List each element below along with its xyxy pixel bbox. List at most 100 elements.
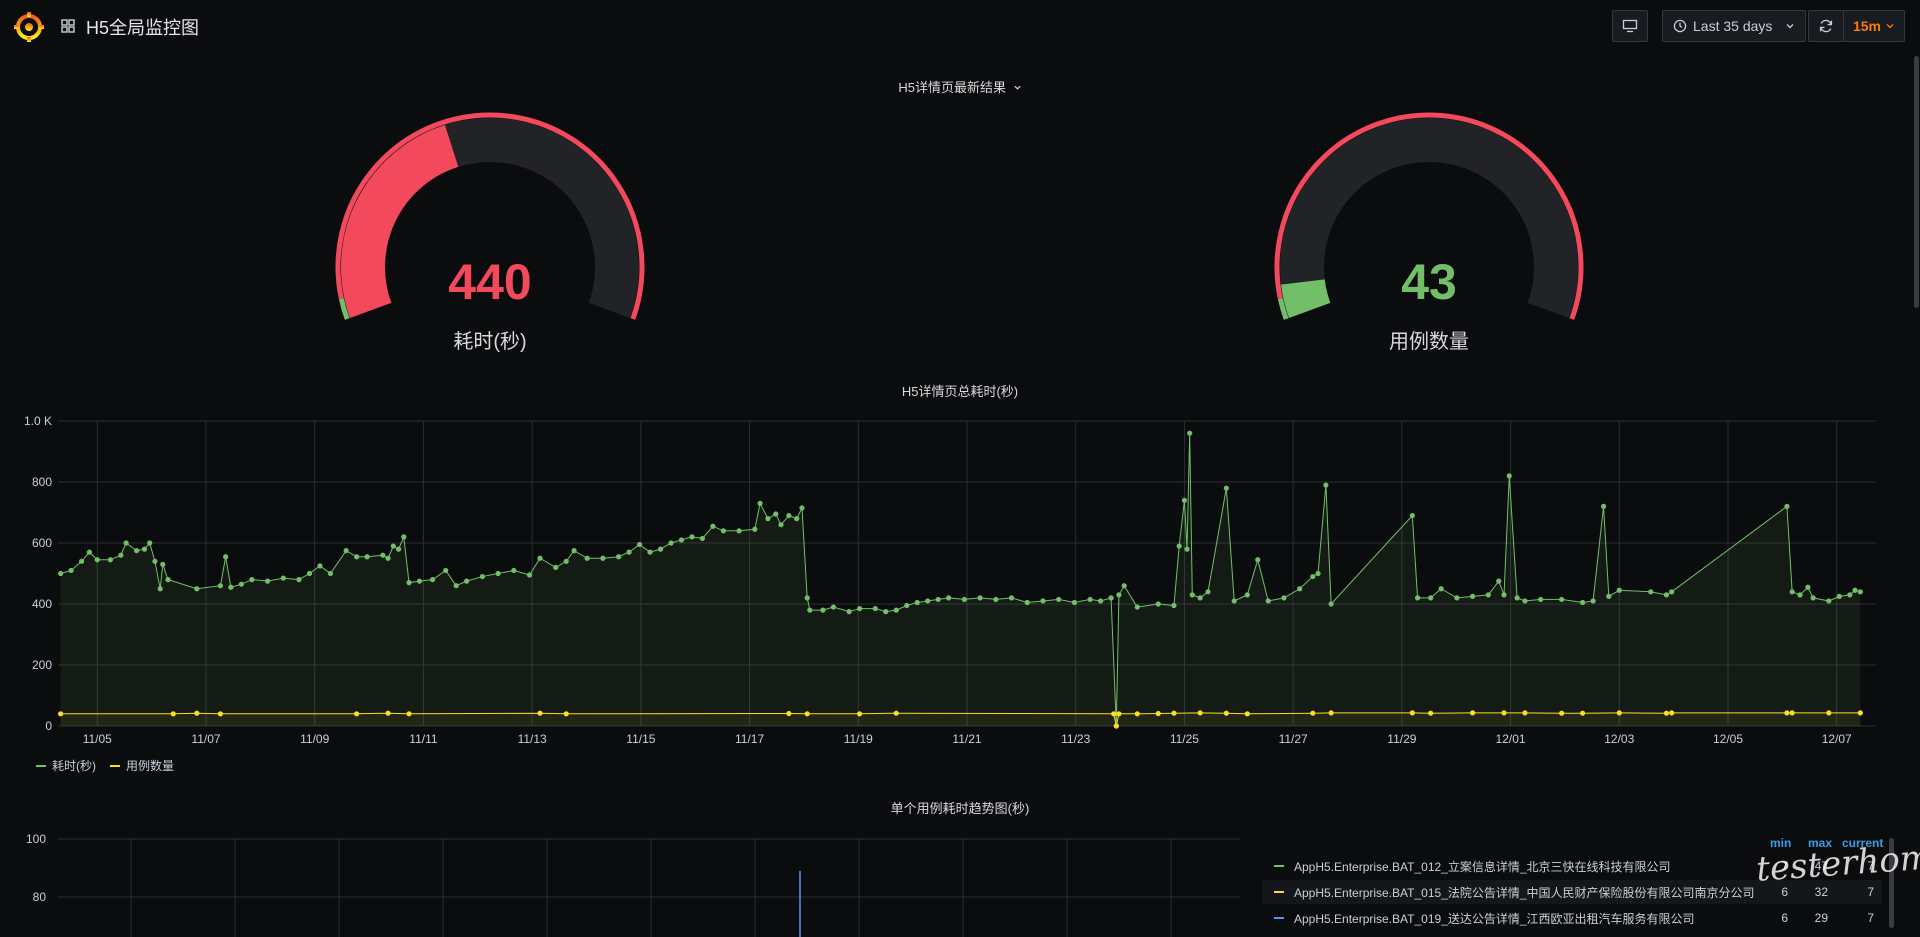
data-point: [1538, 596, 1544, 603]
data-point: [720, 528, 726, 534]
dashboard-title[interactable]: H5全局监控图: [86, 14, 199, 40]
data-point: [626, 549, 632, 555]
data-point: [794, 516, 800, 522]
data-point: [571, 548, 577, 554]
chart-legend: 耗时(秒) 用例数量: [36, 757, 174, 774]
data-point: [820, 607, 826, 613]
data-point: [133, 548, 140, 554]
series-duration: [58, 430, 1863, 729]
data-point: [1184, 546, 1190, 552]
main-chart-grid: 0 200 400 600 800 1.0 K 11/05 11/07 11/09 11/11 11…: [24, 414, 1876, 746]
page-scrollbar[interactable]: [1914, 56, 1919, 308]
data-point: [406, 711, 412, 717]
data-point: [249, 577, 255, 583]
data-point: [757, 500, 763, 506]
data-point: [217, 711, 224, 717]
row-title[interactable]: H5详情页最新结果: [0, 77, 1920, 96]
data-point: [68, 567, 74, 574]
series-area: [60, 712, 1861, 726]
data-point: [194, 586, 200, 592]
data-point: [935, 596, 941, 603]
data-point: [1847, 592, 1853, 598]
data-point: [1590, 598, 1596, 604]
data-point: [993, 596, 999, 603]
data-point: [804, 595, 810, 601]
data-point: [1663, 592, 1670, 598]
data-point: [657, 546, 664, 552]
legend-item[interactable]: 耗时(秒): [36, 757, 96, 774]
refresh-button[interactable]: [1808, 10, 1844, 42]
legend-series-name: AppH5.Enterprise.BAT_012_立案信息详情_北京三快在线科技…: [1294, 859, 1671, 874]
data-point: [1606, 593, 1612, 599]
data-point: [264, 578, 271, 584]
data-point: [1255, 557, 1261, 563]
data-point: [1113, 723, 1119, 729]
y-tick-label: 400: [32, 597, 52, 611]
data-point: [1501, 710, 1507, 716]
refresh-interval-picker[interactable]: 15m: [1843, 10, 1905, 42]
data-point: [1580, 599, 1586, 606]
panel-title-single-case-trend[interactable]: 单个用例耗时趋势图(秒): [0, 798, 1920, 817]
data-point: [1121, 583, 1127, 589]
data-point: [152, 558, 158, 564]
data-point: [1663, 710, 1670, 716]
data-point: [1669, 710, 1675, 716]
legend-item[interactable]: 用例数量: [110, 757, 174, 774]
time-range-picker[interactable]: Last 35 days: [1662, 10, 1806, 42]
panel-title-total-duration[interactable]: H5详情页总耗时(秒): [0, 381, 1920, 400]
data-point: [194, 710, 200, 716]
legend-row[interactable]: AppH5.Enterprise.BAT_019_送达公告详情_江西欧亚出租汽车…: [1262, 906, 1882, 930]
y-tick-label: 1.0 K: [24, 414, 52, 428]
x-tick-label: 12/05: [1713, 732, 1743, 746]
data-point: [778, 522, 784, 528]
data-point: [1116, 592, 1122, 598]
data-point: [1310, 573, 1316, 580]
data-point: [123, 540, 129, 546]
data-point: [1171, 602, 1177, 609]
gauge-value: 43: [1401, 254, 1457, 310]
data-point: [479, 573, 485, 580]
data-point: [904, 602, 910, 609]
gauge-case-count: 43 用例数量: [1259, 105, 1599, 365]
data-point: [636, 541, 643, 548]
x-tick-label: 12/01: [1496, 732, 1526, 746]
data-point: [343, 548, 349, 554]
data-point: [1315, 570, 1321, 577]
data-point: [107, 557, 113, 563]
data-point: [710, 523, 716, 529]
x-tick-label: 11/29: [1387, 732, 1416, 746]
data-point: [1155, 710, 1161, 717]
x-tick-label: 12/03: [1604, 732, 1634, 746]
dashboard-grid-icon[interactable]: [61, 19, 75, 33]
legend-series-name: AppH5.Enterprise.BAT_019_送达公告详情_江西欧亚出租汽车…: [1294, 911, 1695, 926]
data-point: [1223, 485, 1229, 491]
tv-mode-button[interactable]: [1612, 10, 1648, 42]
data-point: [1223, 710, 1229, 716]
data-point: [1097, 598, 1104, 604]
data-point: [1616, 587, 1622, 593]
y-tick-label: 600: [32, 536, 52, 550]
series-line: [60, 712, 1861, 727]
data-point: [327, 570, 334, 577]
chevron-down-icon: [1786, 24, 1794, 29]
x-tick-label: 11/19: [844, 732, 873, 746]
single-case-trend-chart: 100 80: [26, 832, 1240, 937]
grafana-logo-icon[interactable]: [14, 12, 44, 42]
data-point: [1134, 604, 1140, 610]
data-point: [1559, 710, 1565, 716]
x-tick-label: 11/23: [1061, 732, 1090, 746]
x-tick-label: 11/25: [1170, 732, 1199, 746]
data-point: [1852, 587, 1858, 593]
x-tick-label: 12/07: [1822, 732, 1852, 746]
data-point: [1116, 711, 1122, 717]
data-point: [160, 561, 166, 567]
x-tick-label: 11/07: [191, 732, 220, 746]
second-chart-grid: 100 80: [26, 832, 1240, 937]
legend-current: 7: [1867, 911, 1874, 925]
data-point: [1784, 710, 1790, 716]
data-point: [1113, 723, 1119, 729]
data-point: [1323, 482, 1329, 488]
y-tick-label: 800: [32, 475, 52, 489]
chevron-down-icon: [1886, 24, 1894, 29]
data-point: [786, 710, 792, 717]
